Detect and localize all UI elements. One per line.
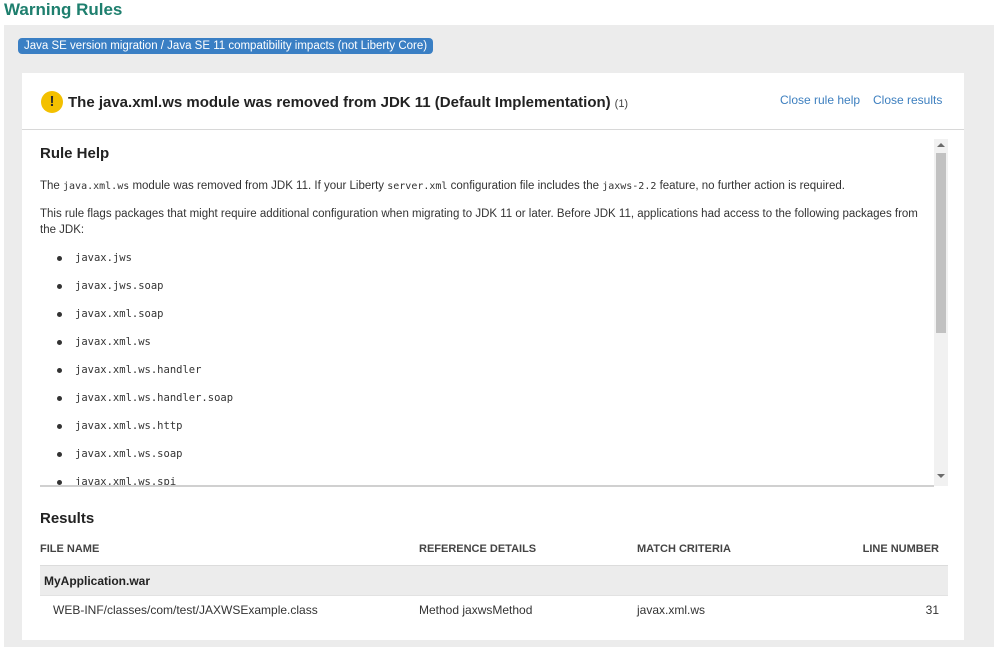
page-title: Warning Rules — [4, 0, 123, 19]
package-item: javax.xml.ws — [40, 333, 640, 361]
row-divider — [40, 595, 948, 596]
header-divider — [22, 129, 964, 130]
text-segment: module was removed from JDK 11. If your … — [129, 180, 388, 192]
rule-help-scrollbar[interactable] — [934, 139, 948, 486]
rule-count: (1) — [614, 98, 629, 110]
text-segment: configuration file includes the — [447, 180, 603, 192]
package-item: javax.xml.ws.soap — [40, 445, 640, 473]
column-header-match-criteria: MATCH CRITERIA — [637, 543, 731, 555]
column-header-reference-details: REFERENCE DETAILS — [419, 543, 537, 555]
package-name: javax.xml.ws.handler.soap — [75, 392, 234, 404]
rule-title-text: The java.xml.ws module was removed from … — [68, 94, 611, 111]
column-header-file-name: FILE NAME — [40, 543, 100, 555]
result-reference-details: Method jaxwsMethod — [419, 603, 533, 617]
bullet — [57, 340, 62, 345]
package-item: javax.jws.soap — [40, 277, 640, 305]
package-item: javax.xml.ws.http — [40, 417, 640, 445]
package-item: javax.jws — [40, 249, 640, 277]
bullet — [57, 284, 62, 289]
package-name: javax.xml.soap — [75, 308, 164, 320]
package-item: javax.xml.ws.handler — [40, 361, 640, 389]
rule-title: The java.xml.ws module was removed from … — [68, 94, 628, 111]
bullet — [57, 396, 62, 401]
column-header-line-number: LINE NUMBER — [862, 543, 939, 555]
package-name: javax.xml.ws.soap — [75, 448, 183, 460]
package-name: javax.jws.soap — [75, 280, 164, 292]
result-file-path: WEB-INF/classes/com/test/JAXWSExample.cl… — [53, 603, 318, 617]
package-name: javax.xml.ws.http — [75, 420, 183, 432]
result-group-name: MyApplication.war — [44, 574, 151, 588]
scroll-down-arrow-icon[interactable] — [937, 474, 945, 478]
package-item: javax.xml.soap — [40, 305, 640, 333]
rule-help-paragraph-2: This rule flags packages that might requ… — [40, 208, 918, 236]
exclamation-circle-icon: ! — [41, 91, 63, 113]
category-badge: Java SE version migration / Java SE 11 c… — [18, 38, 434, 54]
text-segment: feature, no further action is required. — [656, 180, 845, 192]
text-segment: The — [40, 180, 64, 192]
result-group-row[interactable]: MyApplication.war — [40, 565, 948, 596]
help-bottom-border — [40, 485, 934, 487]
package-name: javax.xml.ws.handler — [75, 364, 202, 376]
rule-help-scroll-area[interactable]: Rule Help The java.xml.ws module was rem… — [40, 136, 948, 486]
close-rule-help-link[interactable]: Close rule help — [780, 93, 860, 107]
rule-help-paragraph-1: The java.xml.ws module was removed from … — [40, 178, 928, 195]
package-name: javax.jws — [75, 252, 132, 264]
bullet — [57, 424, 62, 429]
code-module: java.xml.ws — [63, 181, 130, 192]
bullet — [57, 452, 62, 457]
bullet — [57, 312, 62, 317]
code-config-file: server.xml — [387, 181, 448, 192]
package-name: javax.xml.ws — [75, 336, 151, 348]
scrollbar-thumb[interactable] — [936, 153, 946, 333]
result-line-number: 31 — [925, 603, 939, 617]
scroll-up-arrow-icon[interactable] — [937, 143, 945, 147]
result-match-criteria: javax.xml.ws — [637, 603, 706, 617]
bullet — [57, 368, 62, 373]
bullet — [57, 256, 62, 261]
results-heading: Results — [40, 510, 95, 527]
rule-help-heading: Rule Help — [40, 145, 110, 162]
close-results-link[interactable]: Close results — [873, 93, 942, 107]
package-list: javax.jws javax.jws.soap javax.xml.soap … — [40, 249, 640, 486]
code-feature: jaxws-2.2 — [602, 181, 657, 192]
package-item: javax.xml.ws.handler.soap — [40, 389, 640, 417]
